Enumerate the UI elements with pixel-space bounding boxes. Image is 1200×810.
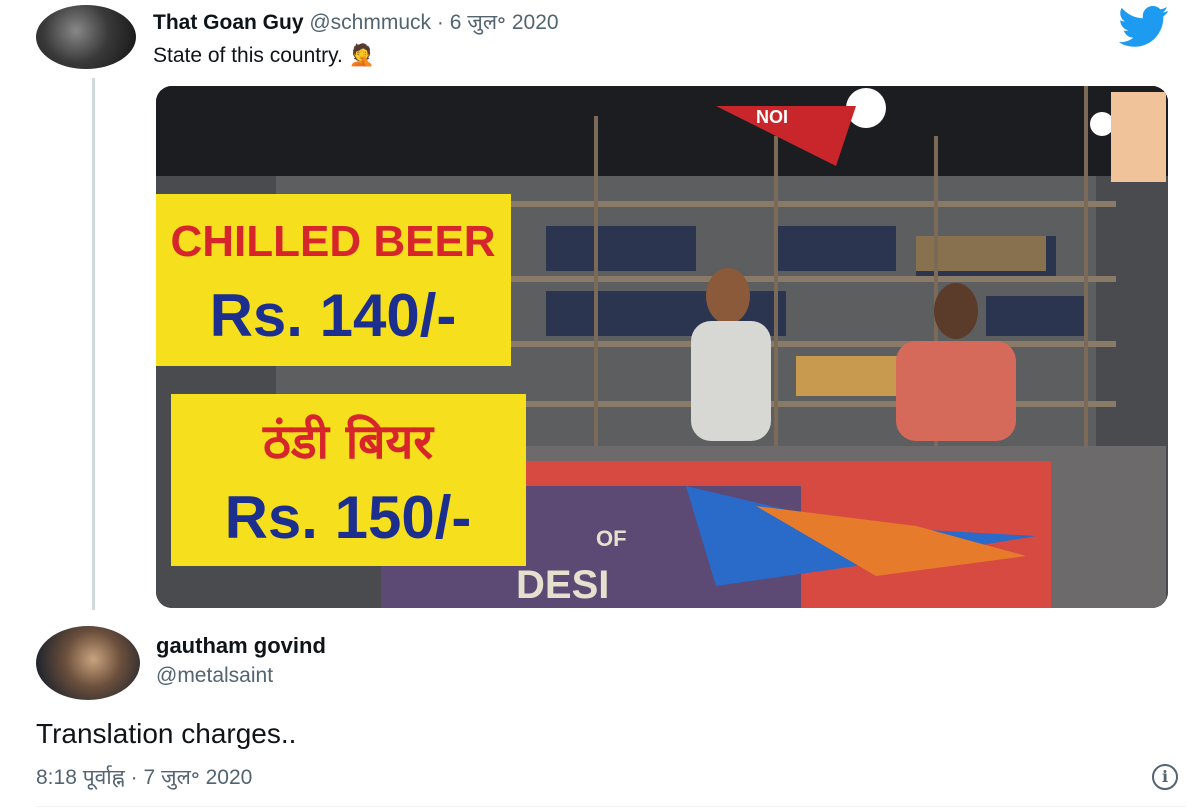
tweet-time[interactable]: 8:18 पूर्वाह्न	[36, 766, 125, 789]
facepalm-emoji-icon: 🤦	[348, 44, 376, 67]
tweet-text: Translation charges..	[36, 718, 297, 749]
liquor-shop-photo: ION OF DESI CHILLED BEER Rs. 140/- ठंडी …	[156, 86, 1168, 608]
meta-separator: ·	[130, 766, 138, 789]
tweet-header: That Goan Guy @schmmuck · 6 जुल॰ 2020	[153, 8, 559, 36]
sign1-line1: CHILLED BEER	[170, 217, 495, 266]
author-handle[interactable]: @schmmuck	[309, 11, 431, 34]
tweet-photo[interactable]: ION OF DESI CHILLED BEER Rs. 140/- ठंडी …	[156, 86, 1168, 608]
sign2-line1: ठंडी बियर	[262, 414, 435, 470]
meta-separator: ·	[436, 11, 444, 34]
banner-text-desi: DESI	[516, 563, 609, 607]
top-sign-text: ION	[756, 106, 788, 126]
info-icon[interactable]: i	[1152, 764, 1178, 790]
tweet-date[interactable]: 6 जुल॰ 2020	[450, 11, 559, 34]
author-handle[interactable]: @metalsaint	[156, 664, 273, 688]
tweet-text: State of this country. 🤦	[153, 44, 375, 68]
avatar[interactable]	[36, 626, 140, 700]
twitter-bird-icon[interactable]	[1118, 6, 1170, 48]
sign1-line2: Rs. 140/-	[210, 282, 457, 349]
author-name[interactable]: That Goan Guy	[153, 11, 304, 34]
tweet-timestamp[interactable]: 8:18 पूर्वाह्न · 7 जुल॰ 2020	[36, 763, 252, 791]
avatar[interactable]	[36, 5, 136, 69]
author-name[interactable]: gautham govind	[156, 633, 326, 659]
sign2-line2: Rs. 150/-	[225, 484, 472, 551]
divider	[36, 806, 1186, 807]
banner-text-of: OF	[596, 526, 627, 551]
tweet-text-content: State of this country.	[153, 44, 343, 67]
thread-connector-line	[92, 78, 95, 610]
tweet-date[interactable]: 7 जुल॰ 2020	[144, 766, 253, 789]
